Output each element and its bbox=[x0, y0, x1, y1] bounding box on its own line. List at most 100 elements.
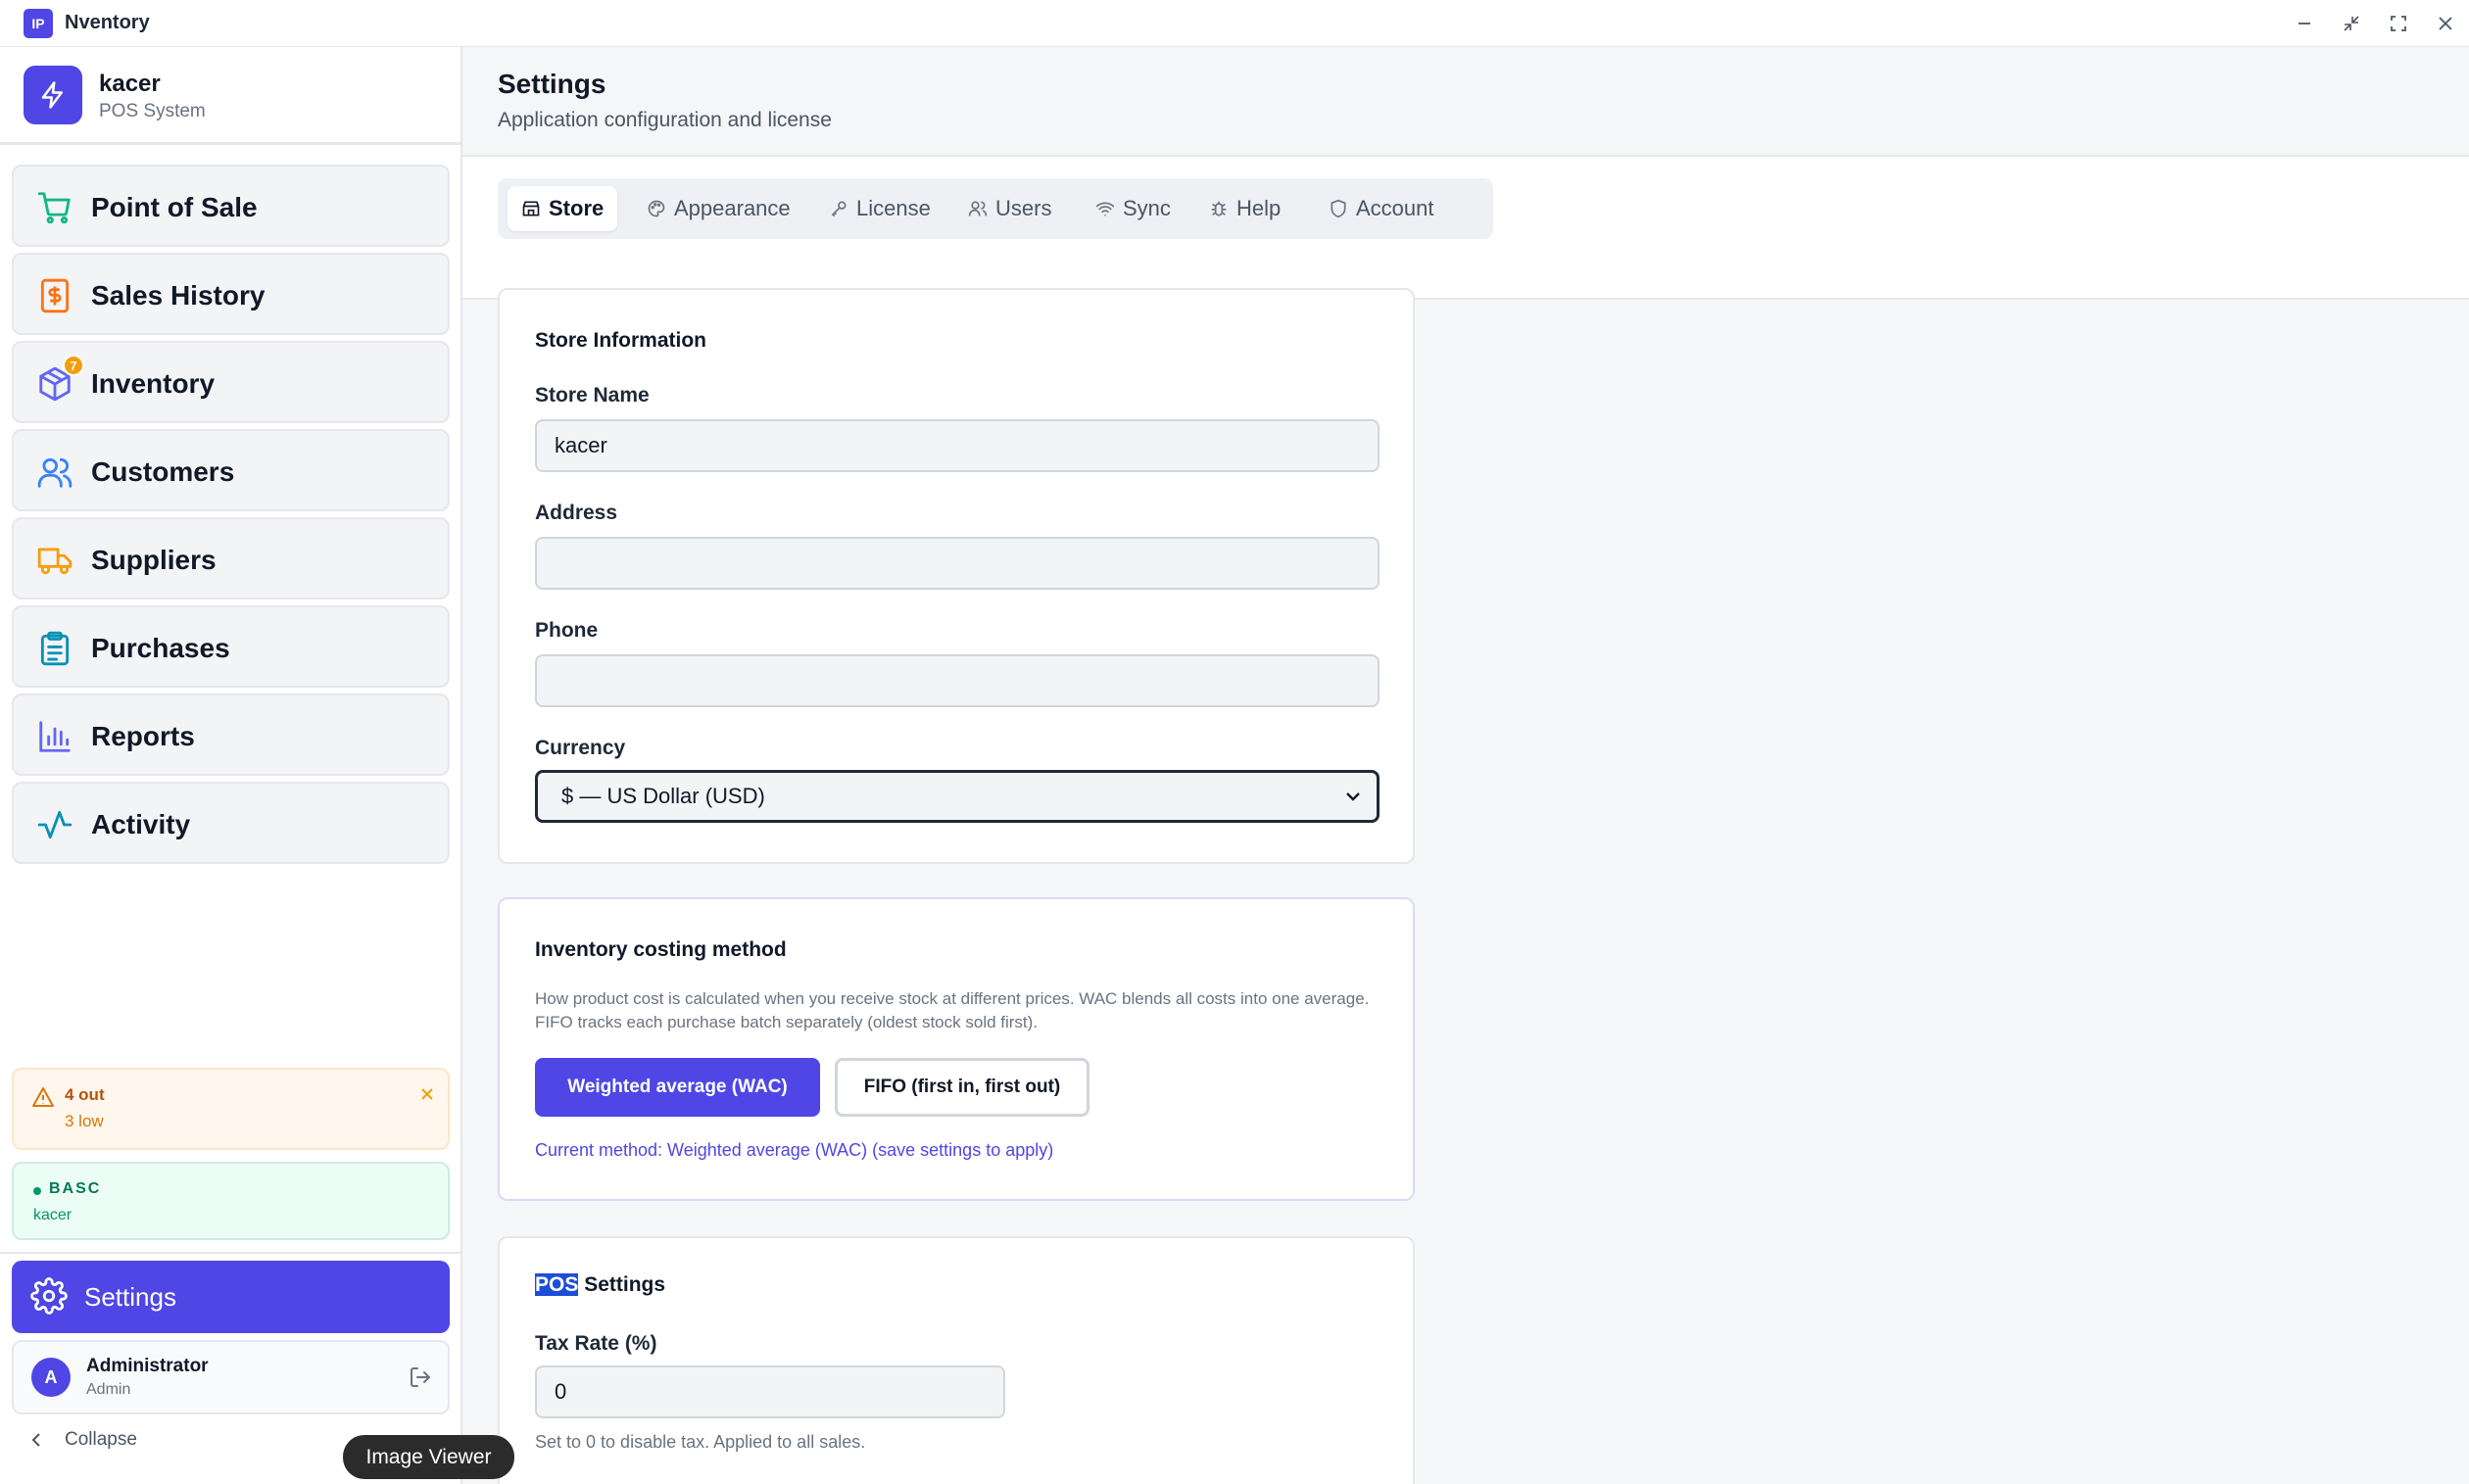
card-title-rest: Settings bbox=[578, 1273, 666, 1296]
nav-suppliers[interactable]: Suppliers bbox=[12, 517, 450, 599]
bar-chart-icon bbox=[35, 717, 74, 756]
nav-purchases[interactable]: Purchases bbox=[12, 605, 450, 688]
tooltip: Image Viewer bbox=[343, 1435, 514, 1479]
store-information-card: Store Information Store Name kacer Addre… bbox=[498, 288, 1415, 864]
users-icon bbox=[35, 453, 74, 492]
store-name-input[interactable]: kacer bbox=[535, 419, 1380, 472]
key-icon bbox=[831, 201, 847, 217]
close-window-button[interactable] bbox=[2428, 6, 2463, 41]
chevron-left-icon bbox=[31, 1433, 40, 1447]
card-title: POS Settings bbox=[535, 1273, 665, 1297]
settings-tabs: Store Appearance License Users Sync Help bbox=[498, 178, 1493, 239]
tax-rate-input[interactable]: 0 bbox=[535, 1365, 1005, 1418]
inventory-badge: 7 bbox=[63, 355, 84, 376]
maximize-button[interactable] bbox=[2381, 6, 2416, 41]
currency-value: $ — US Dollar (USD) bbox=[561, 784, 765, 808]
lightning-icon bbox=[24, 66, 82, 124]
fifo-button[interactable]: FIFO (first in, first out) bbox=[835, 1058, 1089, 1117]
nav-activity[interactable]: Activity bbox=[12, 782, 450, 864]
minimize-icon bbox=[2299, 23, 2310, 24]
user-card[interactable]: A Administrator Admin bbox=[12, 1340, 450, 1414]
phone-input[interactable] bbox=[535, 654, 1380, 707]
wifi-icon bbox=[1095, 202, 1115, 216]
stock-alert[interactable]: 4 out 3 low bbox=[12, 1068, 450, 1150]
nav-label: Point of Sale bbox=[91, 192, 258, 222]
dismiss-alert-button[interactable] bbox=[420, 1081, 434, 1107]
nav-label: Inventory bbox=[91, 368, 216, 399]
store-icon bbox=[522, 201, 540, 216]
costing-description: How product cost is calculated when you … bbox=[535, 989, 1370, 1031]
tab-appearance[interactable]: Appearance bbox=[633, 186, 804, 231]
shield-icon bbox=[1331, 199, 1346, 218]
sidebar: kacer POS System Point of Sale Sales His… bbox=[0, 47, 462, 1484]
tab-label: License bbox=[856, 196, 931, 220]
palette-icon bbox=[648, 200, 665, 217]
tab-label: Store bbox=[549, 196, 605, 220]
page-subtitle: Application configuration and license bbox=[498, 109, 832, 131]
dollar-receipt-icon bbox=[35, 276, 74, 315]
nav-inventory[interactable]: 7 Inventory bbox=[12, 341, 450, 423]
nav-reports[interactable]: Reports bbox=[12, 694, 450, 776]
tab-users[interactable]: Users bbox=[954, 186, 1065, 231]
wac-button[interactable]: Weighted average (WAC) bbox=[535, 1058, 820, 1117]
tab-label: Users bbox=[995, 196, 1052, 220]
address-input[interactable] bbox=[535, 537, 1380, 590]
status-dot bbox=[33, 1187, 41, 1195]
card-title: Inventory costing method bbox=[535, 938, 787, 961]
out-of-stock-count: 4 out bbox=[65, 1085, 105, 1104]
nav-label: Settings bbox=[84, 1282, 176, 1312]
tab-label: Help bbox=[1236, 196, 1282, 220]
nav-settings[interactable]: Settings bbox=[12, 1261, 450, 1333]
nav-label: Sales History bbox=[91, 280, 266, 311]
tab-license[interactable]: License bbox=[815, 186, 944, 231]
app-logo: IP bbox=[24, 9, 53, 38]
divider bbox=[0, 1252, 460, 1254]
nav-sales-history[interactable]: Sales History bbox=[12, 253, 450, 335]
collapse-button[interactable]: Collapse bbox=[29, 1422, 137, 1458]
selected-text: POS bbox=[535, 1273, 579, 1296]
nav-label: Reports bbox=[91, 721, 195, 751]
activity-icon bbox=[35, 805, 74, 844]
bug-icon bbox=[1211, 201, 1227, 216]
tab-label: Account bbox=[1356, 196, 1434, 220]
tax-rate-label: Tax Rate (%) bbox=[535, 1332, 657, 1355]
expand-icon bbox=[2391, 16, 2406, 31]
user-name: Administrator bbox=[86, 1356, 209, 1376]
page-title: Settings bbox=[498, 69, 606, 99]
title-bar: IP Nventory bbox=[0, 0, 2469, 47]
store-name: kacer bbox=[99, 71, 161, 97]
tab-store[interactable]: Store bbox=[508, 186, 618, 231]
store-subtitle: POS System bbox=[99, 101, 206, 121]
license-card[interactable]: BASC kacer bbox=[12, 1162, 450, 1240]
tab-help[interactable]: Help bbox=[1195, 186, 1294, 231]
phone-label: Phone bbox=[535, 619, 599, 642]
chevron-down-icon bbox=[1346, 792, 1360, 801]
collapse-label: Collapse bbox=[65, 1429, 137, 1450]
pos-settings-card: POS Settings Tax Rate (%) 0 Set to 0 to … bbox=[498, 1236, 1415, 1484]
license-plan: BASC bbox=[49, 1180, 102, 1197]
nav-customers[interactable]: Customers bbox=[12, 429, 450, 511]
cart-icon bbox=[35, 188, 74, 227]
user-role: Admin bbox=[86, 1381, 131, 1398]
tab-label: Appearance bbox=[674, 196, 791, 220]
users-icon bbox=[968, 201, 988, 216]
low-stock-count: 3 low bbox=[65, 1112, 104, 1130]
logout-icon bbox=[411, 1367, 431, 1387]
shrink-icon bbox=[2344, 16, 2359, 31]
compact-button[interactable] bbox=[2334, 6, 2369, 41]
logout-button[interactable] bbox=[409, 1365, 432, 1394]
close-icon bbox=[421, 1088, 433, 1100]
license-owner: kacer bbox=[33, 1207, 73, 1223]
minimize-button[interactable] bbox=[2287, 6, 2322, 41]
clipboard-icon bbox=[35, 629, 74, 668]
tab-account[interactable]: Account bbox=[1315, 186, 1448, 231]
gear-icon bbox=[29, 1276, 69, 1316]
current-method-note: Current method: Weighted average (WAC) (… bbox=[535, 1140, 1054, 1160]
currency-select[interactable]: $ — US Dollar (USD) bbox=[535, 770, 1380, 823]
tab-sync[interactable]: Sync bbox=[1082, 186, 1185, 231]
nav-label: Customers bbox=[91, 456, 235, 487]
truck-icon bbox=[35, 541, 74, 580]
tab-label: Sync bbox=[1123, 196, 1171, 220]
store-name-label: Store Name bbox=[535, 384, 650, 407]
nav-point-of-sale[interactable]: Point of Sale bbox=[12, 165, 450, 247]
